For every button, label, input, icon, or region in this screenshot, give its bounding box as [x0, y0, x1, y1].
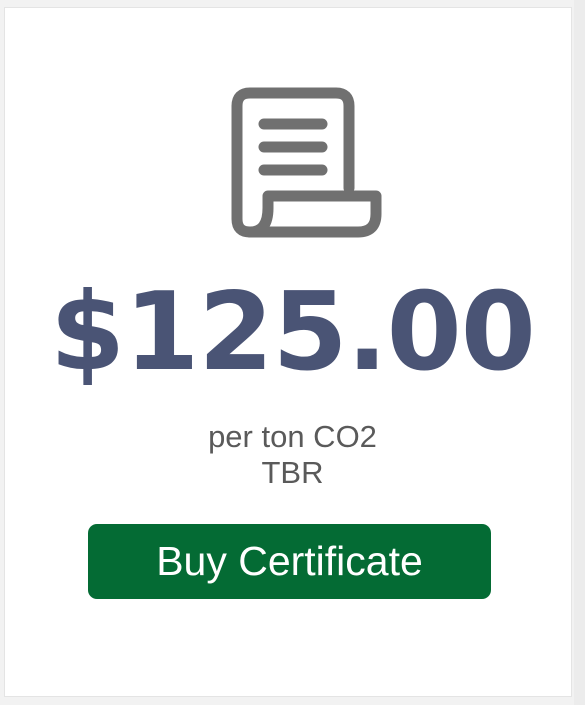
buy-certificate-button[interactable]: Buy Certificate [88, 524, 491, 599]
receipt-document-icon [228, 84, 390, 244]
price-amount: $125.00 [50, 270, 536, 395]
price-unit: per ton CO2 [208, 419, 377, 454]
price-subtext: TBR [261, 455, 324, 490]
